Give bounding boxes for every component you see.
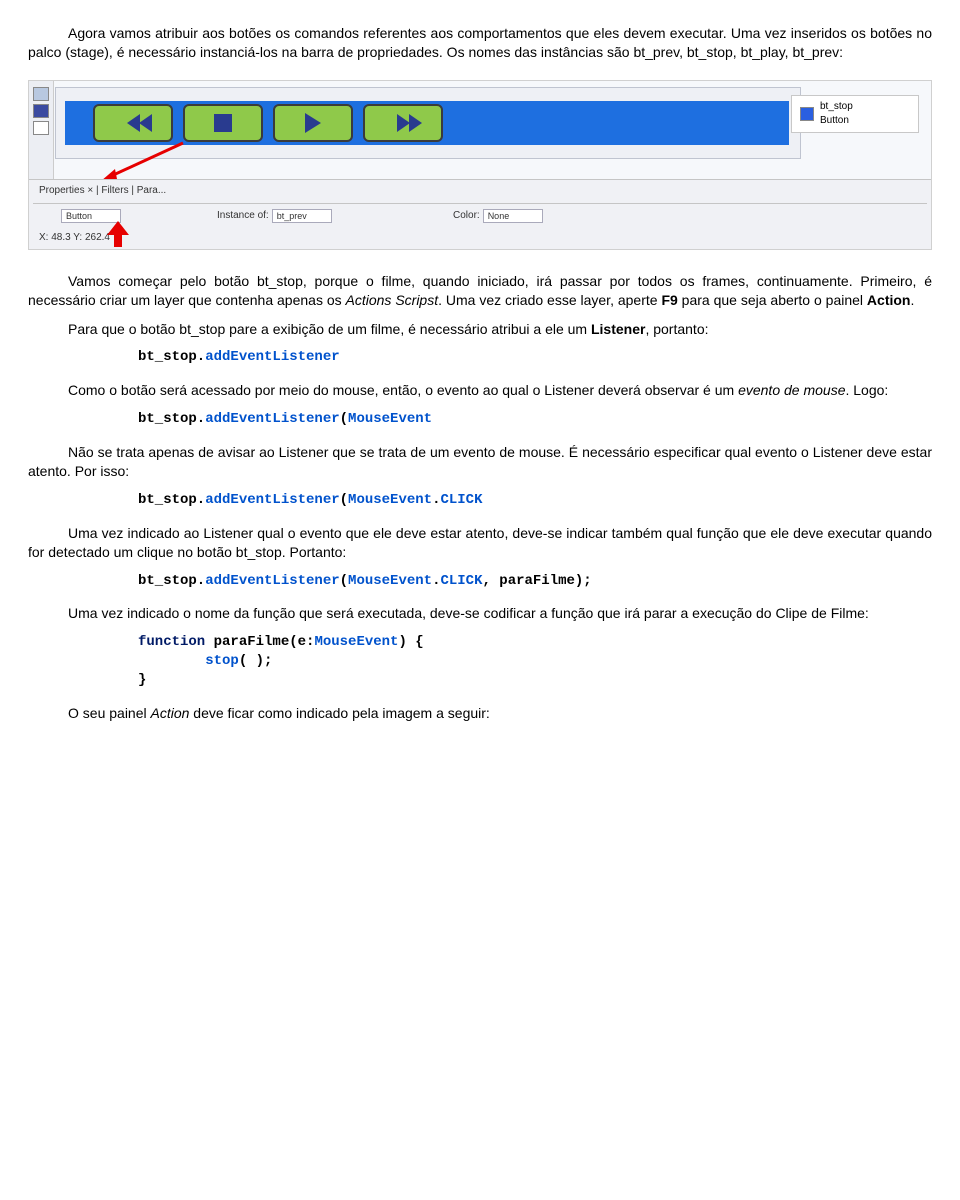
library-item-name: bt_stop bbox=[820, 101, 853, 112]
paragraph: Uma vez indicado ao Listener qual o even… bbox=[28, 524, 932, 562]
code-snippet-3: bt_stop.addEventListener(MouseEvent.CLIC… bbox=[138, 491, 932, 510]
code-snippet-1: bt_stop.addEventListener bbox=[138, 348, 932, 367]
color-dropdown[interactable]: None bbox=[483, 209, 543, 223]
paragraph: Não se trata apenas de avisar ao Listene… bbox=[28, 443, 932, 481]
tool-swatch-icon bbox=[33, 87, 49, 101]
stop-icon bbox=[214, 114, 232, 132]
bt-prev-button[interactable] bbox=[93, 104, 173, 142]
properties-tabs[interactable]: Properties × | Filters | Para... bbox=[33, 184, 927, 204]
intro-paragraph: Agora vamos atribuir aos botões os coman… bbox=[28, 24, 932, 62]
properties-panel: Properties × | Filters | Para... Button … bbox=[29, 179, 931, 249]
tool-swatch-icon bbox=[33, 121, 49, 135]
paragraph: Para que o botão bt_stop pare a exibição… bbox=[28, 320, 932, 339]
code-snippet-2: bt_stop.addEventListener(MouseEvent bbox=[138, 410, 932, 429]
annotation-arrow-up bbox=[107, 221, 129, 247]
tool-swatch-icon bbox=[33, 104, 49, 118]
paragraph: Vamos começar pelo botão bt_stop, porque… bbox=[28, 272, 932, 310]
paragraph: O seu painel Action deve ficar como indi… bbox=[28, 704, 932, 723]
media-controls-bar bbox=[65, 101, 789, 145]
code-snippet-4: bt_stop.addEventListener(MouseEvent.CLIC… bbox=[138, 572, 932, 591]
play-icon bbox=[305, 113, 321, 133]
bt-play-button[interactable] bbox=[273, 104, 353, 142]
instance-of-label: Instance of: bbox=[217, 209, 269, 223]
paragraph: Como o botão será acessado por meio do m… bbox=[28, 381, 932, 400]
paragraph: Uma vez indicado o nome da função que se… bbox=[28, 604, 932, 623]
color-label: Color: bbox=[453, 209, 480, 223]
instance-of-value: bt_prev bbox=[272, 209, 332, 223]
bt-stop-button[interactable] bbox=[183, 104, 263, 142]
library-item-type: Button bbox=[820, 115, 849, 126]
prev-icon bbox=[127, 114, 140, 132]
library-item: bt_stop Button bbox=[791, 95, 919, 133]
code-snippet-5: function paraFilme(e:MouseEvent) { stop(… bbox=[138, 633, 932, 690]
next-icon bbox=[397, 114, 410, 132]
symbol-icon bbox=[800, 107, 814, 121]
flash-properties-screenshot: bt_stop Button Properties × | Filters | … bbox=[28, 80, 932, 250]
bt-next-button[interactable] bbox=[363, 104, 443, 142]
